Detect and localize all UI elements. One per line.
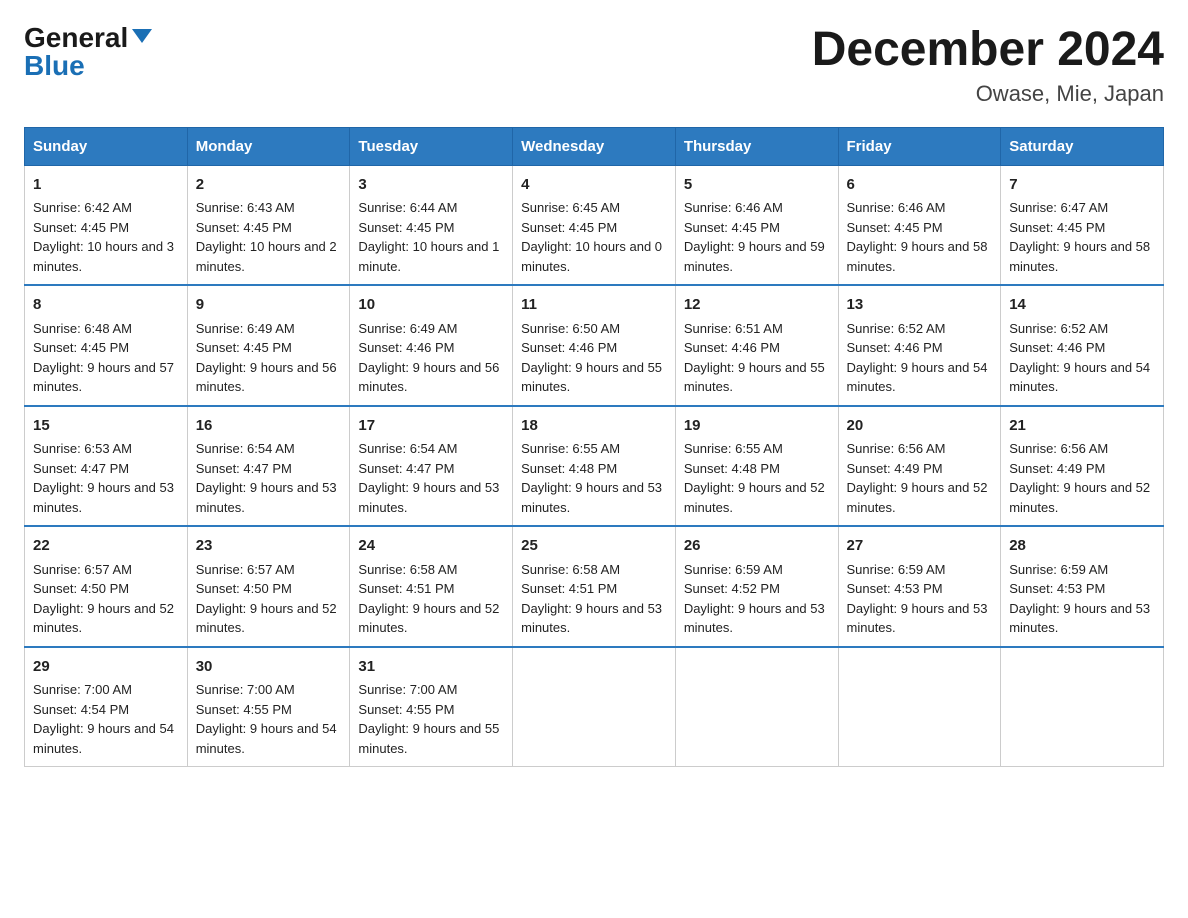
day-number: 7 xyxy=(1009,174,1155,197)
calendar-cell: 31Sunrise: 7:00 AMSunset: 4:55 PMDayligh… xyxy=(350,647,513,767)
logo-general-text: General xyxy=(24,24,128,52)
calendar-cell: 14Sunrise: 6:52 AMSunset: 4:46 PMDayligh… xyxy=(1001,285,1164,406)
day-number: 24 xyxy=(358,535,504,558)
page-header: General Blue December 2024 Owase, Mie, J… xyxy=(24,24,1164,107)
week-row-4: 22Sunrise: 6:57 AMSunset: 4:50 PMDayligh… xyxy=(25,526,1164,647)
calendar-cell: 27Sunrise: 6:59 AMSunset: 4:53 PMDayligh… xyxy=(838,526,1001,647)
header-day-tuesday: Tuesday xyxy=(350,127,513,165)
header-day-monday: Monday xyxy=(187,127,350,165)
calendar-cell: 26Sunrise: 6:59 AMSunset: 4:52 PMDayligh… xyxy=(675,526,838,647)
month-title: December 2024 xyxy=(812,24,1164,77)
day-number: 31 xyxy=(358,656,504,679)
location-text: Owase, Mie, Japan xyxy=(812,81,1164,107)
calendar-cell: 17Sunrise: 6:54 AMSunset: 4:47 PMDayligh… xyxy=(350,406,513,527)
calendar-cell: 9Sunrise: 6:49 AMSunset: 4:45 PMDaylight… xyxy=(187,285,350,406)
calendar-cell: 1Sunrise: 6:42 AMSunset: 4:45 PMDaylight… xyxy=(25,165,188,285)
day-number: 26 xyxy=(684,535,830,558)
day-number: 17 xyxy=(358,415,504,438)
calendar-table: SundayMondayTuesdayWednesdayThursdayFrid… xyxy=(24,127,1164,768)
calendar-cell: 7Sunrise: 6:47 AMSunset: 4:45 PMDaylight… xyxy=(1001,165,1164,285)
header-day-sunday: Sunday xyxy=(25,127,188,165)
day-number: 14 xyxy=(1009,294,1155,317)
calendar-cell: 16Sunrise: 6:54 AMSunset: 4:47 PMDayligh… xyxy=(187,406,350,527)
week-row-5: 29Sunrise: 7:00 AMSunset: 4:54 PMDayligh… xyxy=(25,647,1164,767)
day-number: 10 xyxy=(358,294,504,317)
week-row-2: 8Sunrise: 6:48 AMSunset: 4:45 PMDaylight… xyxy=(25,285,1164,406)
calendar-cell: 10Sunrise: 6:49 AMSunset: 4:46 PMDayligh… xyxy=(350,285,513,406)
calendar-cell: 4Sunrise: 6:45 AMSunset: 4:45 PMDaylight… xyxy=(513,165,676,285)
day-number: 19 xyxy=(684,415,830,438)
day-number: 11 xyxy=(521,294,667,317)
calendar-cell: 25Sunrise: 6:58 AMSunset: 4:51 PMDayligh… xyxy=(513,526,676,647)
day-number: 15 xyxy=(33,415,179,438)
day-number: 3 xyxy=(358,174,504,197)
calendar-cell: 29Sunrise: 7:00 AMSunset: 4:54 PMDayligh… xyxy=(25,647,188,767)
calendar-cell: 3Sunrise: 6:44 AMSunset: 4:45 PMDaylight… xyxy=(350,165,513,285)
calendar-cell: 21Sunrise: 6:56 AMSunset: 4:49 PMDayligh… xyxy=(1001,406,1164,527)
day-number: 16 xyxy=(196,415,342,438)
calendar-cell: 24Sunrise: 6:58 AMSunset: 4:51 PMDayligh… xyxy=(350,526,513,647)
day-number: 21 xyxy=(1009,415,1155,438)
logo: General Blue xyxy=(24,24,152,80)
header-day-wednesday: Wednesday xyxy=(513,127,676,165)
calendar-cell: 5Sunrise: 6:46 AMSunset: 4:45 PMDaylight… xyxy=(675,165,838,285)
day-number: 27 xyxy=(847,535,993,558)
day-number: 4 xyxy=(521,174,667,197)
logo-blue-text: Blue xyxy=(24,52,85,80)
day-number: 29 xyxy=(33,656,179,679)
calendar-cell: 19Sunrise: 6:55 AMSunset: 4:48 PMDayligh… xyxy=(675,406,838,527)
day-number: 1 xyxy=(33,174,179,197)
calendar-cell: 18Sunrise: 6:55 AMSunset: 4:48 PMDayligh… xyxy=(513,406,676,527)
calendar-cell: 20Sunrise: 6:56 AMSunset: 4:49 PMDayligh… xyxy=(838,406,1001,527)
header-day-friday: Friday xyxy=(838,127,1001,165)
calendar-cell: 22Sunrise: 6:57 AMSunset: 4:50 PMDayligh… xyxy=(25,526,188,647)
logo-triangle-icon xyxy=(132,29,152,43)
calendar-cell: 28Sunrise: 6:59 AMSunset: 4:53 PMDayligh… xyxy=(1001,526,1164,647)
day-number: 25 xyxy=(521,535,667,558)
day-number: 18 xyxy=(521,415,667,438)
calendar-cell xyxy=(1001,647,1164,767)
calendar-cell: 23Sunrise: 6:57 AMSunset: 4:50 PMDayligh… xyxy=(187,526,350,647)
calendar-cell xyxy=(513,647,676,767)
calendar-cell: 2Sunrise: 6:43 AMSunset: 4:45 PMDaylight… xyxy=(187,165,350,285)
day-number: 5 xyxy=(684,174,830,197)
header-day-thursday: Thursday xyxy=(675,127,838,165)
calendar-cell: 30Sunrise: 7:00 AMSunset: 4:55 PMDayligh… xyxy=(187,647,350,767)
day-number: 2 xyxy=(196,174,342,197)
calendar-cell xyxy=(838,647,1001,767)
day-number: 8 xyxy=(33,294,179,317)
day-number: 20 xyxy=(847,415,993,438)
title-block: December 2024 Owase, Mie, Japan xyxy=(812,24,1164,107)
calendar-cell: 13Sunrise: 6:52 AMSunset: 4:46 PMDayligh… xyxy=(838,285,1001,406)
header-day-saturday: Saturday xyxy=(1001,127,1164,165)
calendar-cell: 12Sunrise: 6:51 AMSunset: 4:46 PMDayligh… xyxy=(675,285,838,406)
calendar-cell: 6Sunrise: 6:46 AMSunset: 4:45 PMDaylight… xyxy=(838,165,1001,285)
day-number: 9 xyxy=(196,294,342,317)
day-number: 30 xyxy=(196,656,342,679)
day-number: 12 xyxy=(684,294,830,317)
calendar-cell: 11Sunrise: 6:50 AMSunset: 4:46 PMDayligh… xyxy=(513,285,676,406)
day-number: 22 xyxy=(33,535,179,558)
week-row-3: 15Sunrise: 6:53 AMSunset: 4:47 PMDayligh… xyxy=(25,406,1164,527)
calendar-cell: 8Sunrise: 6:48 AMSunset: 4:45 PMDaylight… xyxy=(25,285,188,406)
day-number: 28 xyxy=(1009,535,1155,558)
day-number: 13 xyxy=(847,294,993,317)
calendar-cell: 15Sunrise: 6:53 AMSunset: 4:47 PMDayligh… xyxy=(25,406,188,527)
calendar-header-row: SundayMondayTuesdayWednesdayThursdayFrid… xyxy=(25,127,1164,165)
day-number: 23 xyxy=(196,535,342,558)
week-row-1: 1Sunrise: 6:42 AMSunset: 4:45 PMDaylight… xyxy=(25,165,1164,285)
calendar-cell xyxy=(675,647,838,767)
day-number: 6 xyxy=(847,174,993,197)
